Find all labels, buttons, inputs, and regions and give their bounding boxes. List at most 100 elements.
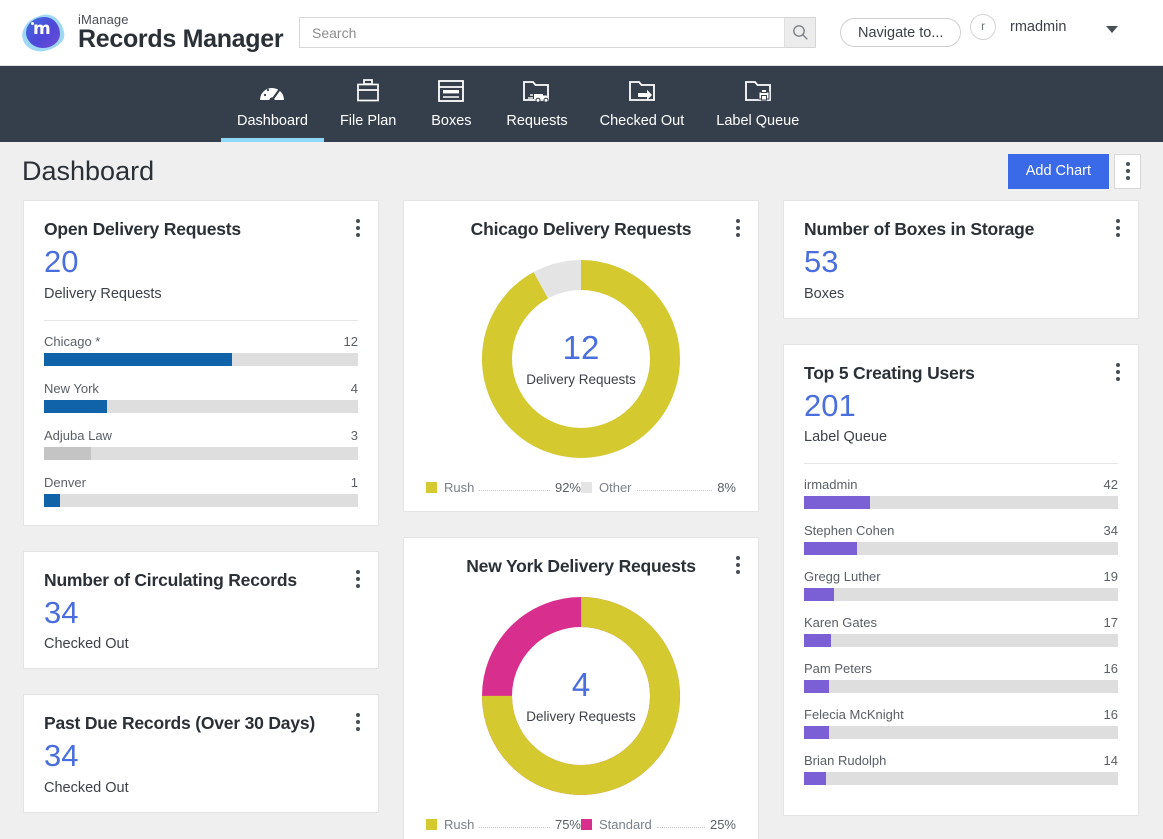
legend-item[interactable]: Standard 25% (581, 817, 736, 832)
add-chart-button[interactable]: Add Chart (1007, 153, 1109, 189)
bar-label: New York (44, 380, 99, 396)
dashboard-column-1: Open Delivery Requests 20 Delivery Reque… (23, 200, 379, 813)
bar-fill (804, 634, 831, 648)
bar-fill (804, 726, 830, 740)
card-title: Top 5 Creating Users (804, 362, 975, 383)
donut-chart-chicago: 12 Delivery Requests (424, 254, 738, 464)
legend-item[interactable]: Rush 92% (426, 480, 581, 495)
legend-label: Other (599, 480, 632, 495)
bar-label: Stephen Cohen (804, 523, 895, 539)
nav-item-checked-out[interactable]: Checked Out (584, 66, 701, 142)
kebab-dot (1116, 376, 1120, 381)
bar-row[interactable]: Brian Rudolph 14 (804, 753, 1118, 786)
kebab-dot (356, 720, 360, 725)
bar-fill (44, 493, 60, 507)
main-navigation: Dashboard File Plan Boxes Requests Check… (0, 66, 1163, 142)
bar-value: 4 (350, 380, 358, 396)
card-options-menu-button[interactable] (732, 554, 744, 576)
bar-track (804, 496, 1118, 510)
bar-row[interactable]: Felecia McKnight 16 (804, 707, 1118, 740)
brand-logo[interactable]: m iManage Records Manager (0, 11, 284, 54)
card-title: New York Delivery Requests (466, 556, 696, 576)
bar-row[interactable]: Gregg Luther 19 (804, 569, 1118, 602)
kebab-dot (736, 219, 740, 223)
bar-track (44, 352, 358, 366)
nav-item-requests[interactable]: Requests (490, 66, 583, 142)
nav-label: Boxes (431, 113, 472, 129)
kebab-dot (1125, 162, 1130, 166)
card-options-menu-button[interactable] (1112, 361, 1124, 383)
bar-row[interactable]: Denver 1 (44, 475, 358, 507)
legend-value: 8% (717, 480, 736, 495)
bar-row[interactable]: irmadmin 42 (804, 477, 1118, 510)
chevron-down-icon[interactable] (1106, 26, 1118, 33)
bar-track (804, 542, 1118, 556)
card-options-menu-button[interactable] (352, 711, 364, 733)
kebab-dot (736, 233, 740, 237)
card-chicago-delivery-requests: Chicago Delivery Requests 12 Delivery Re… (403, 200, 759, 512)
bar-track (44, 399, 358, 413)
card-circulating-records: Number of Circulating Records 34 Checked… (23, 550, 379, 670)
bar-row[interactable]: Karen Gates 17 (804, 615, 1118, 648)
nav-item-label-queue[interactable]: Label Queue (700, 66, 815, 142)
bar-fill (44, 352, 233, 366)
bar-fill (804, 680, 830, 694)
nav-item-file-plan[interactable]: File Plan (324, 66, 412, 142)
card-options-menu-button[interactable] (352, 568, 364, 590)
dashboard-grid: Open Delivery Requests 20 Delivery Reque… (0, 200, 1163, 839)
bar-row[interactable]: Chicago * 12 (44, 334, 358, 366)
kebab-dot (1125, 169, 1130, 173)
bar-row[interactable]: Stephen Cohen 34 (804, 523, 1118, 556)
gauge-icon (257, 76, 287, 106)
kebab-dot (1116, 219, 1120, 223)
dashboard-options-menu-button[interactable] (1114, 153, 1141, 189)
legend-swatch (426, 482, 437, 493)
legend-item[interactable]: Rush 75% (426, 817, 581, 832)
donut-legend: Rush 75% Standard 25% (424, 817, 738, 832)
nav-item-boxes[interactable]: Boxes (412, 66, 490, 142)
page-title: Dashboard (22, 155, 155, 186)
folder-truck-icon (521, 76, 553, 106)
bar-value: 14 (1103, 753, 1118, 769)
nav-label: Requests (506, 113, 568, 129)
legend-leader-dots (479, 480, 550, 491)
nav-item-dashboard[interactable]: Dashboard (221, 66, 324, 142)
card-open-delivery-requests: Open Delivery Requests 20 Delivery Reque… (23, 200, 379, 526)
brand-name-main: Records Manager (78, 25, 284, 54)
bar-label: Pam Peters (804, 661, 872, 677)
bar-label: Gregg Luther (804, 569, 881, 585)
search-icon[interactable] (784, 18, 815, 47)
page-header: Dashboard Add Chart (0, 142, 1163, 200)
card-metric-label: Checked Out (44, 636, 129, 653)
legend-item[interactable]: Other 8% (581, 480, 736, 495)
kebab-dot (1116, 226, 1120, 230)
bar-value: 16 (1103, 707, 1118, 723)
search-bar[interactable] (299, 17, 816, 48)
navigate-to-button[interactable]: Navigate to... (840, 18, 962, 47)
card-metric-value: 34 (44, 738, 79, 774)
card-options-menu-button[interactable] (732, 217, 744, 239)
briefcase-icon (354, 76, 382, 106)
user-menu[interactable]: r rmadmin (970, 14, 1066, 40)
bar-value: 3 (350, 427, 358, 443)
donut-center-value: 12 (562, 329, 600, 366)
bar-fill (804, 772, 826, 786)
search-input[interactable] (300, 18, 784, 47)
bar-track (44, 493, 358, 507)
navigate-to-label: Navigate to... (858, 24, 944, 41)
donut-center: 4 Delivery Requests (476, 591, 686, 801)
donut-center-value: 4 (571, 666, 591, 703)
bar-row[interactable]: New York 4 (44, 381, 358, 413)
card-options-menu-button[interactable] (1112, 217, 1124, 239)
bar-row[interactable]: Adjuba Law 3 (44, 428, 358, 460)
kebab-dot (356, 569, 360, 574)
box-lines-icon (436, 76, 466, 106)
bar-track (804, 680, 1118, 694)
bar-label: Adjuba Law (44, 427, 112, 443)
card-options-menu-button[interactable] (352, 217, 364, 239)
avatar: r (970, 14, 996, 40)
dashboard-column-3: Number of Boxes in Storage 53 Boxes Top … (783, 200, 1139, 817)
bar-row[interactable]: Pam Peters 16 (804, 661, 1118, 694)
bar-label: Karen Gates (804, 615, 877, 631)
folder-arrow-icon (626, 76, 658, 106)
